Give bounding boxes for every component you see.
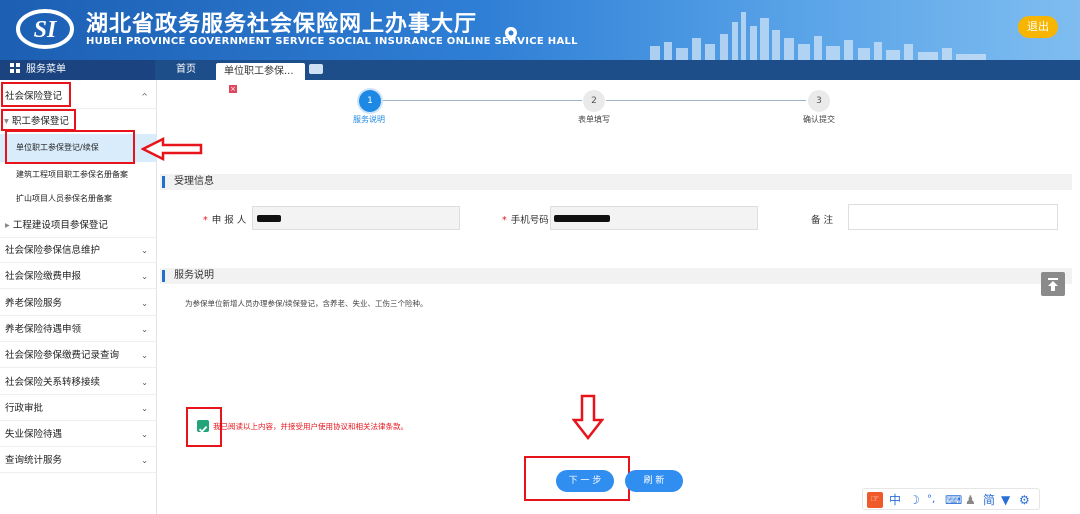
step-1-label: 服务说明	[353, 115, 385, 124]
phone-input[interactable]	[550, 206, 758, 230]
chevron-down-icon: ⌄	[141, 272, 148, 281]
phone-label: * 手机号码	[502, 215, 549, 226]
chevron-down-icon: ⌄	[141, 378, 148, 387]
grid-menu-icon	[10, 63, 20, 73]
section-title: 受理信息	[174, 176, 214, 187]
chevron-down-icon: ⌄	[141, 246, 148, 255]
annotation-box-registration	[1, 82, 71, 107]
next-step-button[interactable]: 下 一 步	[556, 470, 614, 492]
close-icon[interactable]: ×	[229, 85, 237, 93]
skin-icon[interactable]: ▼	[1001, 492, 1010, 508]
service-description-text: 为参保单位新增人员办理参保/续保登记，含养老、失业、工伤三个险种。	[185, 299, 428, 308]
moon-icon[interactable]: ☽	[909, 492, 920, 508]
tab-bar: 服务菜单 首页 单位职工参保... ×	[0, 60, 1080, 93]
user-icon[interactable]: ♟	[965, 492, 976, 508]
sidebar-item-mining-roster[interactable]: 扩山项目人员参保名册备案	[0, 187, 157, 211]
service-menu-label: 服务菜单	[26, 64, 66, 75]
sidebar-item-construction-project-registration[interactable]: ▸ 工程建设项目参保登记	[0, 213, 157, 238]
site-header: SI 湖北省政务服务社会保险网上办事大厅 HUBEI PROVINCE GOVE…	[0, 0, 1080, 60]
annotation-box-unit-employee	[5, 130, 135, 164]
section-bar	[162, 270, 165, 282]
chevron-down-icon: ⌄	[141, 430, 148, 439]
tab-home[interactable]: 首页	[168, 60, 204, 80]
location-pin-icon	[505, 27, 517, 43]
remark-input[interactable]	[848, 204, 1058, 230]
back-to-top-button[interactable]	[1041, 272, 1065, 296]
section-accept-info: 受理信息	[160, 174, 1072, 190]
gear-icon[interactable]: ⚙	[1019, 492, 1030, 508]
step-2-label: 表单填写	[578, 115, 610, 124]
step-3-dot: 3	[808, 90, 830, 112]
social-insurance-logo-icon: SI	[16, 9, 74, 49]
applicant-input[interactable]	[252, 206, 460, 230]
check-icon	[198, 425, 208, 433]
arrow-up-icon	[1048, 278, 1058, 291]
tab-unit-employee-registration[interactable]: 单位职工参保... ×	[216, 63, 305, 93]
annotation-arrow-left-icon	[141, 137, 203, 161]
sidebar-item-admin-approval[interactable]: 行政审批 ⌄	[0, 396, 157, 421]
sidebar-item-payment-records[interactable]: 社会保险参保缴费记录查询 ⌄	[0, 343, 157, 368]
sidebar-item-info-maintenance[interactable]: 社会保险参保信息维护 ⌄	[0, 238, 157, 263]
chinese-mode-toggle[interactable]: 中	[889, 492, 901, 508]
remark-label: 备 注	[811, 215, 834, 226]
tab-scroll-icon[interactable]	[309, 64, 323, 74]
ime-logo-icon[interactable]: ☞	[867, 492, 883, 508]
step-connector	[606, 100, 806, 101]
section-title: 服务说明	[174, 270, 214, 281]
simplified-chinese-toggle[interactable]: 简	[983, 492, 995, 508]
service-menu-header: 服务菜单	[0, 60, 155, 80]
sidebar-item-transfer[interactable]: 社会保险关系转移接续 ⌄	[0, 370, 157, 395]
sidebar-item-construction-roster[interactable]: 建筑工程项目职工参保名册备案	[0, 163, 157, 187]
annotation-box-employee	[1, 109, 76, 131]
refresh-button[interactable]: 刷 新	[625, 470, 683, 492]
agreement-checkbox[interactable]	[197, 420, 209, 433]
svg-text:SI: SI	[34, 17, 58, 43]
applicant-label: * 申 报 人	[203, 215, 247, 226]
section-bar	[162, 176, 165, 188]
sidebar-item-statistics[interactable]: 查询统计服务 ⌄	[0, 448, 157, 473]
exit-button[interactable]: 退出	[1018, 16, 1058, 38]
tab-label: 单位职工参保...	[224, 66, 294, 77]
chevron-down-icon: ⌄	[141, 404, 148, 413]
step-1-dot: 1	[359, 90, 381, 112]
step-3-label: 确认提交	[803, 115, 835, 124]
agreement-text: 我已阅读以上内容，并接受用户使用协议和相关法律条款。	[213, 422, 408, 431]
punctuation-icon[interactable]: °,	[927, 492, 935, 508]
chevron-up-icon: ^	[141, 92, 148, 101]
redacted-value	[257, 215, 281, 222]
step-2-dot: 2	[583, 90, 605, 112]
sidebar-item-pension-benefits[interactable]: 养老保险待遇申领 ⌄	[0, 317, 157, 342]
sidebar-item-pension-service[interactable]: 养老保险服务 ⌄	[0, 291, 157, 316]
chevron-down-icon: ⌄	[141, 325, 148, 334]
keyboard-icon[interactable]: ⌨	[945, 492, 962, 508]
redacted-value	[554, 215, 610, 222]
sidebar-item-payment-declaration[interactable]: 社会保险缴费申报 ⌄	[0, 264, 157, 289]
chevron-down-icon: ⌄	[141, 351, 148, 360]
site-title: 湖北省政务服务社会保险网上办事大厅	[86, 12, 478, 37]
step-connector	[382, 100, 582, 101]
city-skyline-icon	[650, 12, 986, 60]
annotation-arrow-down-icon	[572, 394, 604, 440]
caret-right-icon: ▸	[5, 220, 10, 231]
chevron-down-icon: ⌄	[141, 456, 148, 465]
accessibility-toolbar: ☞ 中 ☽ °, ⌨ ♟ 简 ▼ ⚙	[862, 488, 1040, 510]
section-service-desc: 服务说明	[160, 268, 1072, 284]
sidebar-item-unemployment[interactable]: 失业保险待遇 ⌄	[0, 422, 157, 447]
chevron-down-icon: ⌄	[141, 299, 148, 308]
